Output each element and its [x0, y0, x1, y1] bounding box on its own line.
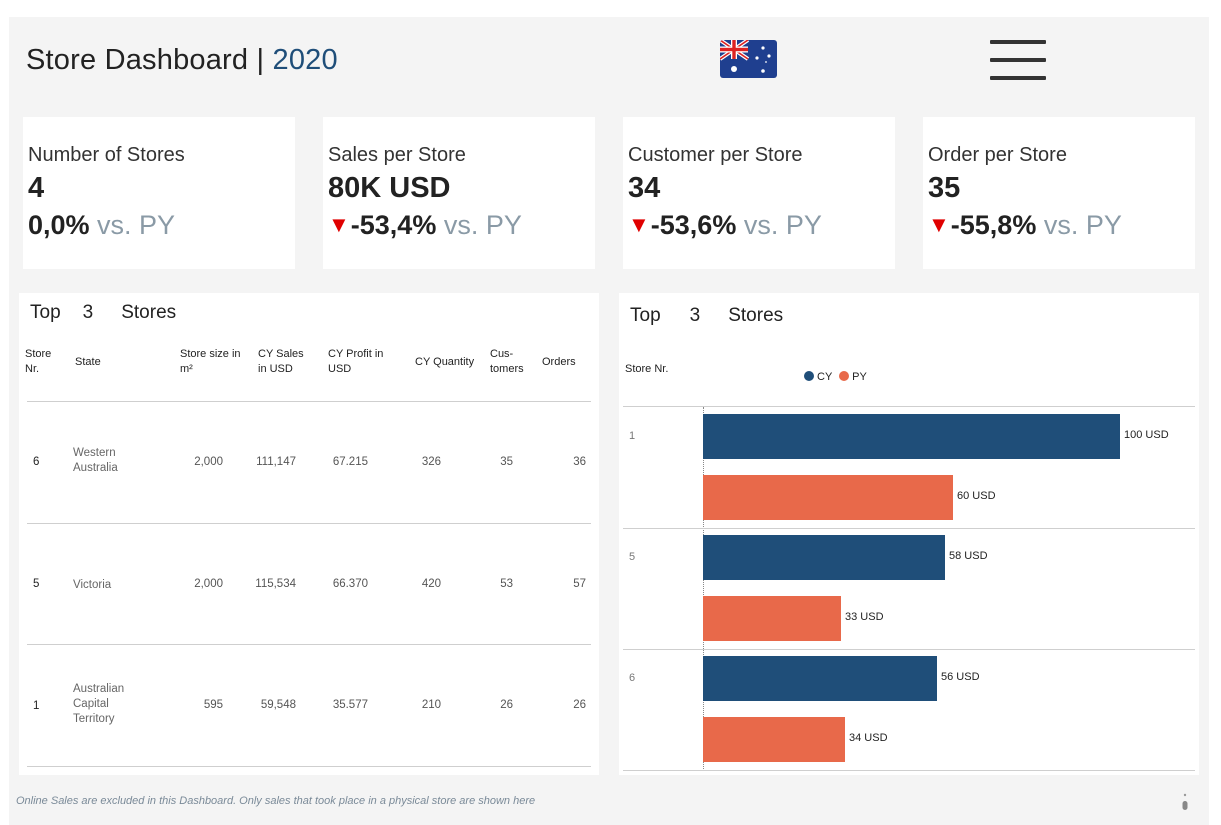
bar-value-label: 58 USD — [949, 550, 988, 562]
bar-cy-store-6[interactable] — [703, 656, 937, 701]
bar-cy-store-5[interactable] — [703, 535, 945, 580]
chart-heading: Top 3 Stores — [630, 305, 784, 326]
cell-sales: 111,147 — [256, 456, 296, 468]
table-heading: Top 3 Stores — [30, 302, 177, 323]
chart-gridline — [623, 528, 1195, 529]
down-triangle-icon: ▼ — [328, 212, 350, 237]
chart-category-label: 6 — [629, 672, 636, 684]
top-stores-chart-panel — [619, 293, 1199, 775]
kpi-label: Number of Stores — [28, 144, 185, 166]
bar-cy-store-1[interactable] — [703, 414, 1120, 459]
title-text: Store Dashboard | — [26, 44, 273, 76]
divider — [27, 523, 591, 524]
col-customers[interactable]: Cus-tomers — [490, 347, 530, 377]
bar-py-store-1[interactable] — [703, 475, 953, 520]
cell-orders: 36 — [573, 456, 586, 468]
chart-category-label: 5 — [629, 551, 636, 563]
legend-cy-label: CY — [817, 371, 833, 383]
kpi-label: Sales per Store — [328, 144, 466, 166]
chart-axis-label: Store Nr. — [625, 363, 669, 375]
cell-size: 2,000 — [194, 456, 223, 468]
kpi-label: Customer per Store — [628, 144, 803, 166]
legend-py-label: PY — [852, 371, 867, 383]
cell-store: 6 — [33, 456, 40, 468]
hamburger-menu-icon[interactable] — [990, 38, 1046, 82]
down-triangle-icon: ▼ — [628, 212, 650, 237]
cell-profit: 67.215 — [332, 456, 368, 468]
bar-value-label: 33 USD — [845, 611, 884, 623]
kpi-value: 80K USD — [328, 172, 451, 204]
kpi-change: ▼-55,8% vs. PY — [928, 210, 1122, 240]
cell-size: 2,000 — [194, 578, 223, 590]
kpi-change: ▼-53,4% vs. PY — [328, 210, 522, 240]
legend-cy-dot — [804, 371, 814, 381]
cell-quantity: 420 — [421, 578, 441, 590]
cell-profit: 35.577 — [332, 699, 368, 711]
kpi-sales-per-store: Sales per Store 80K USD ▼-53,4% vs. PY — [323, 117, 595, 269]
col-cy-profit[interactable]: CY Profit in USD — [328, 347, 393, 377]
cell-sales: 59,548 — [260, 699, 296, 711]
chart-gridline — [623, 770, 1195, 771]
bar-value-label: 34 USD — [849, 732, 888, 744]
scroll-indicator-icon[interactable] — [1181, 790, 1189, 812]
kpi-change: ▼-53,6% vs. PY — [628, 210, 822, 240]
divider — [27, 766, 591, 767]
cell-customers: 35 — [500, 456, 513, 468]
cell-orders: 57 — [573, 578, 586, 590]
kpi-customer-per-store: Customer per Store 34 ▼-53,6% vs. PY — [623, 117, 895, 269]
cell-size: 595 — [203, 699, 223, 711]
kpi-order-per-store: Order per Store 35 ▼-55,8% vs. PY — [923, 117, 1195, 269]
bar-value-label: 100 USD — [1124, 429, 1169, 441]
cell-customers: 26 — [500, 699, 513, 711]
chart-gridline — [623, 406, 1195, 407]
bar-py-store-5[interactable] — [703, 596, 841, 641]
kpi-value: 35 — [928, 172, 961, 204]
kpi-value: 34 — [628, 172, 661, 204]
col-store-nr[interactable]: Store Nr. — [25, 347, 65, 377]
kpi-change: 0,0% vs. PY — [28, 210, 176, 240]
col-state[interactable]: State — [75, 355, 101, 370]
divider — [27, 644, 591, 645]
down-triangle-icon: ▼ — [928, 212, 950, 237]
cell-store: 5 — [33, 578, 40, 590]
chart-category-label: 1 — [629, 430, 636, 442]
col-cy-sales[interactable]: CY Sales in USD — [258, 347, 313, 377]
legend-py-dot — [839, 371, 850, 381]
cell-quantity: 210 — [421, 699, 441, 711]
kpi-label: Order per Store — [928, 144, 1067, 166]
australia-flag-icon[interactable] — [720, 40, 777, 78]
cell-store: 1 — [33, 700, 40, 712]
bar-py-store-6[interactable] — [703, 717, 845, 762]
divider — [27, 401, 591, 402]
cell-sales: 115,534 — [255, 578, 296, 590]
chart-gridline — [623, 649, 1195, 650]
bar-value-label: 56 USD — [941, 671, 980, 683]
cell-profit: 66.370 — [332, 578, 368, 590]
cell-state: Western Australia — [73, 447, 118, 474]
footnote: Online Sales are excluded in this Dashbo… — [16, 795, 536, 807]
cell-orders: 26 — [573, 699, 586, 711]
cell-state: Victoria — [73, 579, 112, 591]
kpi-number-of-stores: Number of Stores 4 0,0% vs. PY — [23, 117, 295, 269]
kpi-value: 4 — [28, 172, 45, 204]
cell-state: Australian Capital Territory — [73, 683, 125, 725]
col-cy-quantity[interactable]: CY Quantity — [415, 355, 474, 370]
cell-quantity: 326 — [421, 456, 441, 468]
cell-customers: 53 — [500, 578, 513, 590]
page-title: Store Dashboard | 2020 — [26, 44, 338, 77]
col-store-size[interactable]: Store size in m² — [180, 347, 250, 377]
chart-legend[interactable]: CY PY — [804, 371, 867, 383]
col-orders[interactable]: Orders — [542, 355, 576, 370]
bar-value-label: 60 USD — [957, 490, 996, 502]
title-year: 2020 — [272, 44, 338, 76]
